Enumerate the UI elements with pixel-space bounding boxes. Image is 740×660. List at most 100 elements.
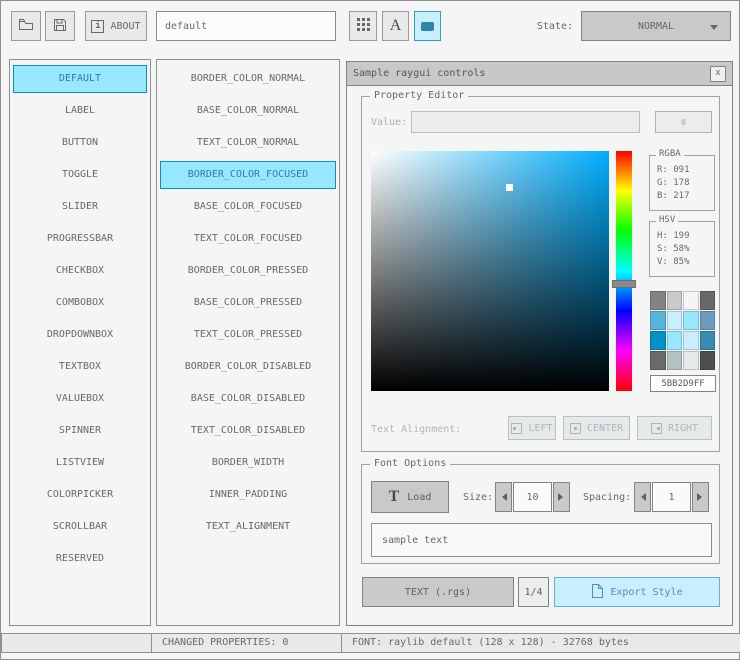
property-item-base_color_normal[interactable]: BASE_COLOR_NORMAL [160,97,336,125]
window-title: Sample raygui controls [353,68,486,79]
picker-cursor[interactable] [506,184,514,191]
spacing-increment-button[interactable] [692,482,709,512]
spacing-decrement-button[interactable] [634,482,651,512]
style-table-button[interactable] [349,11,377,41]
align-left-icon [511,422,523,434]
property-item-border_color_disabled[interactable]: BORDER_COLOR_DISABLED [160,353,336,381]
export-format-button[interactable]: TEXT (.rgs) [362,577,514,607]
control-item-dropdownbox[interactable]: DROPDOWNBOX [13,321,147,349]
state-dropdown-value: NORMAL [637,20,675,32]
control-item-label[interactable]: LABEL [13,97,147,125]
state-dropdown[interactable]: NORMAL [581,11,731,41]
control-item-valuebox[interactable]: VALUEBOX [13,385,147,413]
property-item-inner_padding[interactable]: INNER_PADDING [160,481,336,509]
control-item-reserved[interactable]: RESERVED [13,545,147,573]
saturation-value-picker[interactable] [371,151,609,391]
about-button[interactable]: i ABOUT [85,11,147,41]
control-item-listview[interactable]: LISTVIEW [13,449,147,477]
export-file-icon [591,583,604,601]
load-font-button[interactable]: T Load [371,481,449,513]
sample-text-input[interactable]: sample text [371,523,712,557]
control-item-checkbox[interactable]: CHECKBOX [13,257,147,285]
load-style-button[interactable] [11,11,41,41]
format-pager-button[interactable]: 1/4 [518,577,549,607]
arrow-left-icon [637,493,646,501]
palette-color-swatch[interactable] [683,351,699,370]
palette-color-swatch[interactable] [666,331,682,350]
size-decrement-button[interactable] [495,482,512,512]
control-item-colorpicker[interactable]: COLORPICKER [13,481,147,509]
save-style-button[interactable] [45,11,75,41]
size-increment-button[interactable] [553,482,570,512]
property-item-text_alignment[interactable]: TEXT_ALIGNMENT [160,513,336,541]
palette-color-swatch[interactable] [650,311,666,330]
palette-color-swatch[interactable] [650,291,666,310]
palette-color-swatch[interactable] [699,331,715,350]
hex-color-input[interactable]: 5BB2D9FF [650,375,716,392]
control-item-default[interactable]: DEFAULT [13,65,147,93]
statusbar-left [1,633,152,653]
control-item-progressbar[interactable]: PROGRESSBAR [13,225,147,253]
property-item-base_color_pressed[interactable]: BASE_COLOR_PRESSED [160,289,336,317]
property-item-text_color_normal[interactable]: TEXT_COLOR_NORMAL [160,129,336,157]
palette-color-swatch[interactable] [699,311,715,330]
property-item-border_color_normal[interactable]: BORDER_COLOR_NORMAL [160,65,336,93]
style-name-input[interactable] [156,11,336,41]
align-center-button[interactable]: CENTER [563,416,630,440]
hue-slider[interactable] [612,151,636,391]
hsv-group: HSV H: 199 S: 58% V: 85% [649,215,715,277]
align-left-button[interactable]: LEFT [508,416,556,440]
controls-list: DEFAULT LABEL BUTTON TOGGLE SLIDER PROGRESSBA… [9,59,151,626]
control-item-combobox[interactable]: COMBOBOX [13,289,147,317]
palette-color-swatch[interactable] [650,331,666,350]
chevron-down-icon [710,25,718,34]
export-style-label: Export Style [610,586,683,598]
rgba-title: RGBA [656,149,684,159]
rgba-b-value: B: 217 [657,191,690,201]
property-item-border_color_pressed[interactable]: BORDER_COLOR_PRESSED [160,257,336,285]
control-item-textbox[interactable]: TEXTBOX [13,353,147,381]
property-item-base_color_disabled[interactable]: BASE_COLOR_DISABLED [160,385,336,413]
control-item-button[interactable]: BUTTON [13,129,147,157]
control-shape-icon [421,21,434,31]
palette-color-swatch[interactable] [683,311,699,330]
palette-color-swatch[interactable] [683,291,699,310]
size-value-box[interactable]: 10 [513,482,552,512]
arrow-right-icon [558,493,567,501]
property-item-border_width[interactable]: BORDER_WIDTH [160,449,336,477]
value-label: Value: [371,117,408,128]
palette-color-swatch[interactable] [699,291,715,310]
palette-color-swatch[interactable] [699,351,715,370]
hue-slider-handle[interactable] [612,279,636,288]
edit-mode-button[interactable] [414,11,441,41]
properties-list: BORDER_COLOR_NORMAL BASE_COLOR_NORMAL TEXT… [156,59,340,626]
property-item-base_color_focused[interactable]: BASE_COLOR_FOCUSED [160,193,336,221]
close-icon[interactable]: x [710,65,726,82]
property-item-border_color_focused[interactable]: BORDER_COLOR_FOCUSED [160,161,336,189]
font-view-button[interactable]: A [382,11,409,41]
value-apply-button[interactable]: 0 [655,111,712,133]
hsv-h-value: H: 199 [657,231,690,241]
property-item-text_color_disabled[interactable]: TEXT_COLOR_DISABLED [160,417,336,445]
control-item-spinner[interactable]: SPINNER [13,417,147,445]
property-item-text_color_focused[interactable]: TEXT_COLOR_FOCUSED [160,225,336,253]
size-label: Size: [463,492,494,503]
value-input[interactable] [411,111,640,133]
property-item-text_color_pressed[interactable]: TEXT_COLOR_PRESSED [160,321,336,349]
control-item-slider[interactable]: SLIDER [13,193,147,221]
palette-color-swatch[interactable] [666,311,682,330]
palette-color-swatch[interactable] [666,351,682,370]
align-center-icon [569,422,581,434]
state-label: State: [536,21,573,32]
palette-color-swatch[interactable] [650,351,666,370]
style-color-palette [650,291,715,370]
export-style-button[interactable]: Export Style [554,577,720,607]
control-item-toggle[interactable]: TOGGLE [13,161,147,189]
spacing-value-box[interactable]: 1 [652,482,691,512]
window-titlebar[interactable]: Sample raygui controls x [347,62,732,86]
align-right-button[interactable]: RIGHT [637,416,712,440]
control-item-scrollbar[interactable]: SCROLLBAR [13,513,147,541]
palette-color-swatch[interactable] [683,331,699,350]
palette-color-swatch[interactable] [666,291,682,310]
statusbar-font-info: FONT: raylib default (128 x 128) - 32768… [341,633,740,653]
